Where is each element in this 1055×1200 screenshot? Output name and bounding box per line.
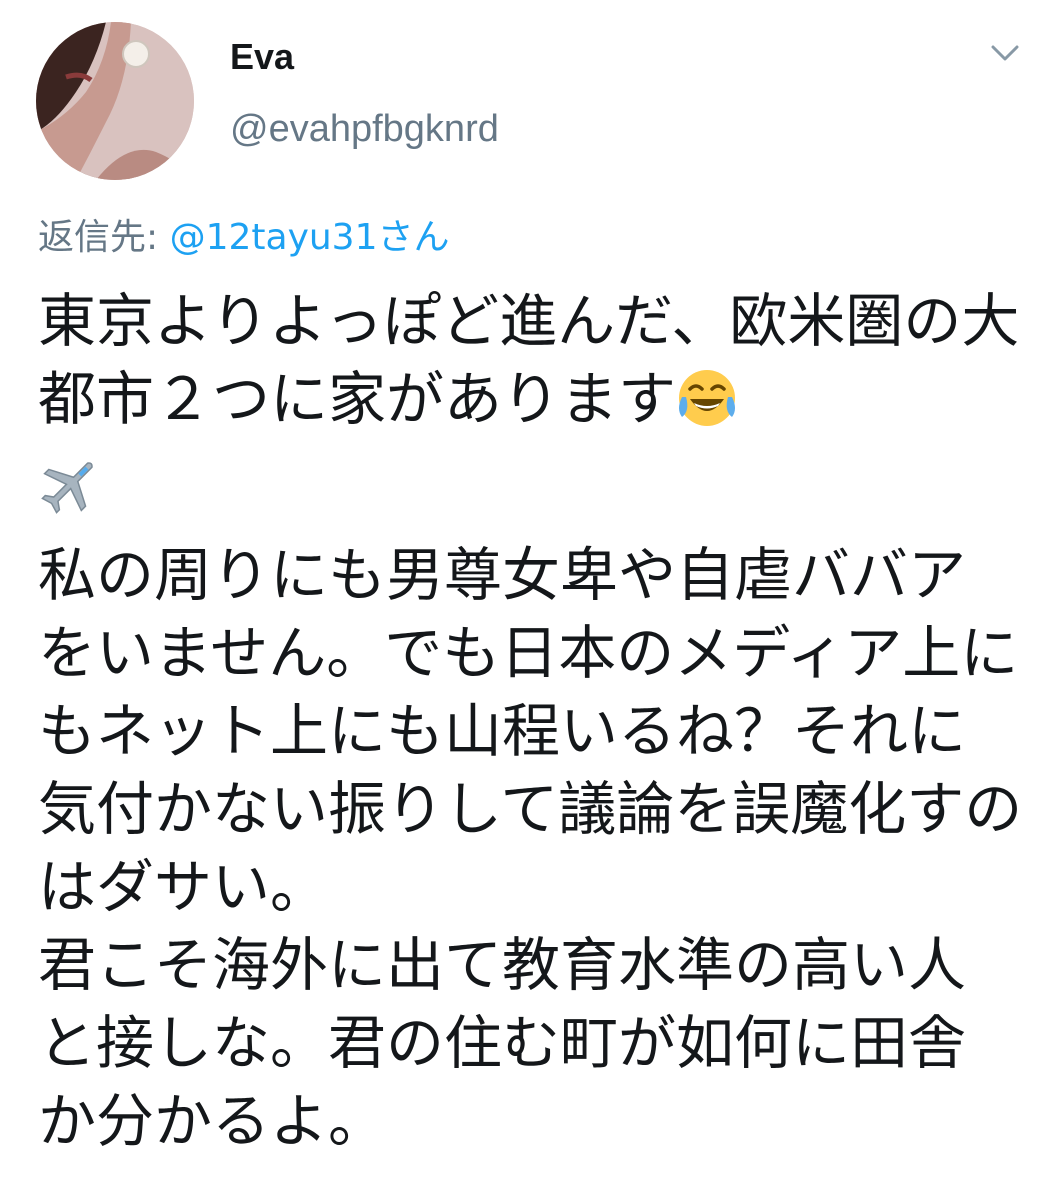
tweet-text-line2: 私の周りにも男尊女卑や自虐ババアをいません。でも日本のメディア上にもネット上にも… <box>38 541 1023 1155</box>
tweet: Eva @evahpfbgknrd 返信先: @12tayu31さん 東京よりよ… <box>0 0 1055 1200</box>
chevron-down-icon[interactable] <box>987 38 1023 68</box>
display-name[interactable]: Eva <box>230 36 294 78</box>
reply-prefix: 返信先: <box>38 217 170 258</box>
tweet-text-line1: 東京よりよっぽど進んだ、欧米圏の大都市２つに家があります <box>38 287 1020 433</box>
reply-mention-link[interactable]: @12tayu31さん <box>170 217 450 258</box>
user-handle[interactable]: @evahpfbgknrd <box>230 108 499 151</box>
tweet-text: 東京よりよっぽど進んだ、欧米圏の大都市２つに家があります 私の周りにも男尊女卑や… <box>38 282 1023 1160</box>
tears-of-joy-emoji <box>676 367 738 448</box>
airplane-emoji <box>38 453 102 536</box>
reply-context: 返信先: @12tayu31さん <box>38 208 450 260</box>
avatar[interactable] <box>36 22 194 180</box>
